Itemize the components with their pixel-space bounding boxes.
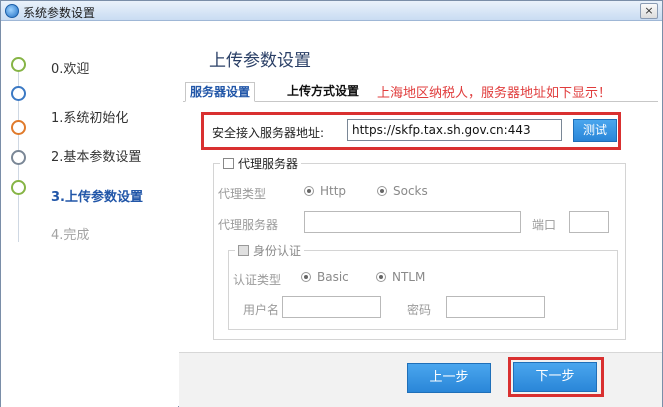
page-title: 上传参数设置 (209, 51, 311, 71)
radio-label: Http (320, 184, 347, 198)
auth-type-label: 认证类型 (233, 273, 282, 287)
step-label: 0.欢迎 (51, 62, 90, 77)
annotation-note: 上海地区纳税人，服务器地址如下显示！ (377, 86, 612, 101)
prev-button[interactable]: 上一步 (407, 363, 491, 393)
check-circle-icon (11, 180, 26, 195)
step-user-icon-row (1, 119, 178, 141)
app-logo-icon (5, 4, 19, 18)
radio-icon[interactable] (376, 272, 386, 282)
window-title: 系统参数设置 (23, 6, 96, 20)
proxy-group: 代理服务器 代理类型 Http Socks 代理服务器 端口 身份认证 认证类型… (213, 155, 626, 340)
gear-icon (11, 86, 26, 101)
proxy-checkbox-label: 代理服务器 (238, 157, 299, 171)
step-label: 4.完成 (51, 228, 90, 243)
step-label-active: 3.上传参数设置 (51, 190, 143, 205)
step-upload-params: 3.上传参数设置 (1, 180, 178, 206)
welcome-step-icon (11, 57, 26, 72)
radio-label: Socks (393, 184, 428, 198)
tab-bar: 服务器设置 上传方式设置 上海地区纳税人，服务器地址如下显示！ (183, 82, 658, 102)
auth-type-ntlm[interactable]: NTLM (376, 270, 425, 284)
tab-server-settings[interactable]: 服务器设置 (185, 82, 256, 102)
proxy-server-input[interactable] (304, 211, 521, 233)
radio-selected-icon[interactable] (301, 272, 311, 282)
proxy-type-socks[interactable]: Socks (377, 184, 428, 198)
step-init-icon-row (1, 78, 178, 101)
radio-selected-icon[interactable] (304, 186, 314, 196)
server-address-input[interactable] (347, 119, 562, 141)
auth-checkbox[interactable] (238, 245, 249, 256)
username-label: 用户名 (243, 303, 280, 317)
step-label: 2.基本参数设置 (51, 150, 142, 165)
wizard-steps-sidebar: 0.欢迎 1.系统初始化 2.基本参数设置 3.上传参数设置 4.完成 (1, 22, 178, 407)
test-button[interactable]: 测试 (573, 119, 617, 142)
user-icon (11, 120, 26, 135)
auth-group: 身份认证 认证类型 Basic NTLM 用户名 密码 (228, 242, 618, 330)
title-bar: 系统参数设置 × (1, 1, 662, 21)
step-welcome: 0.欢迎 (1, 56, 178, 78)
tab-upload-method[interactable]: 上传方式设置 (283, 82, 363, 102)
server-address-highlight: 安全接入服务器地址: 测试 (201, 112, 621, 150)
server-address-label: 安全接入服务器地址: (212, 126, 325, 140)
close-button[interactable]: × (640, 3, 658, 19)
step-basic-params: 2.基本参数设置 (1, 144, 178, 166)
port-label: 端口 (532, 218, 557, 232)
username-input[interactable] (282, 296, 381, 318)
port-input[interactable] (569, 211, 609, 233)
next-button[interactable]: 下一步 (513, 362, 597, 392)
auth-checkbox-label: 身份认证 (253, 244, 302, 258)
main-panel: 上传参数设置 服务器设置 上传方式设置 上海地区纳税人，服务器地址如下显示！ 安… (179, 22, 662, 407)
proxy-checkbox-row[interactable]: 代理服务器 (220, 155, 302, 172)
auth-type-basic[interactable]: Basic (301, 270, 349, 284)
upload-icon (11, 150, 26, 165)
proxy-server-label: 代理服务器 (218, 218, 279, 232)
auth-checkbox-row[interactable]: 身份认证 (235, 242, 305, 259)
proxy-type-label: 代理类型 (218, 187, 267, 201)
proxy-checkbox[interactable] (223, 158, 234, 169)
radio-icon[interactable] (377, 186, 387, 196)
password-input[interactable] (446, 296, 545, 318)
radio-label: NTLM (392, 270, 426, 284)
step-finish: 4.完成 (1, 222, 178, 244)
proxy-type-http[interactable]: Http (304, 184, 346, 198)
password-label: 密码 (407, 303, 432, 317)
radio-label: Basic (317, 270, 349, 284)
footer-bar: 上一步 下一步 (179, 353, 662, 407)
settings-dialog: 系统参数设置 × 0.欢迎 1.系统初始化 2.基本参数设置 3.上传参数设置 … (0, 0, 663, 407)
